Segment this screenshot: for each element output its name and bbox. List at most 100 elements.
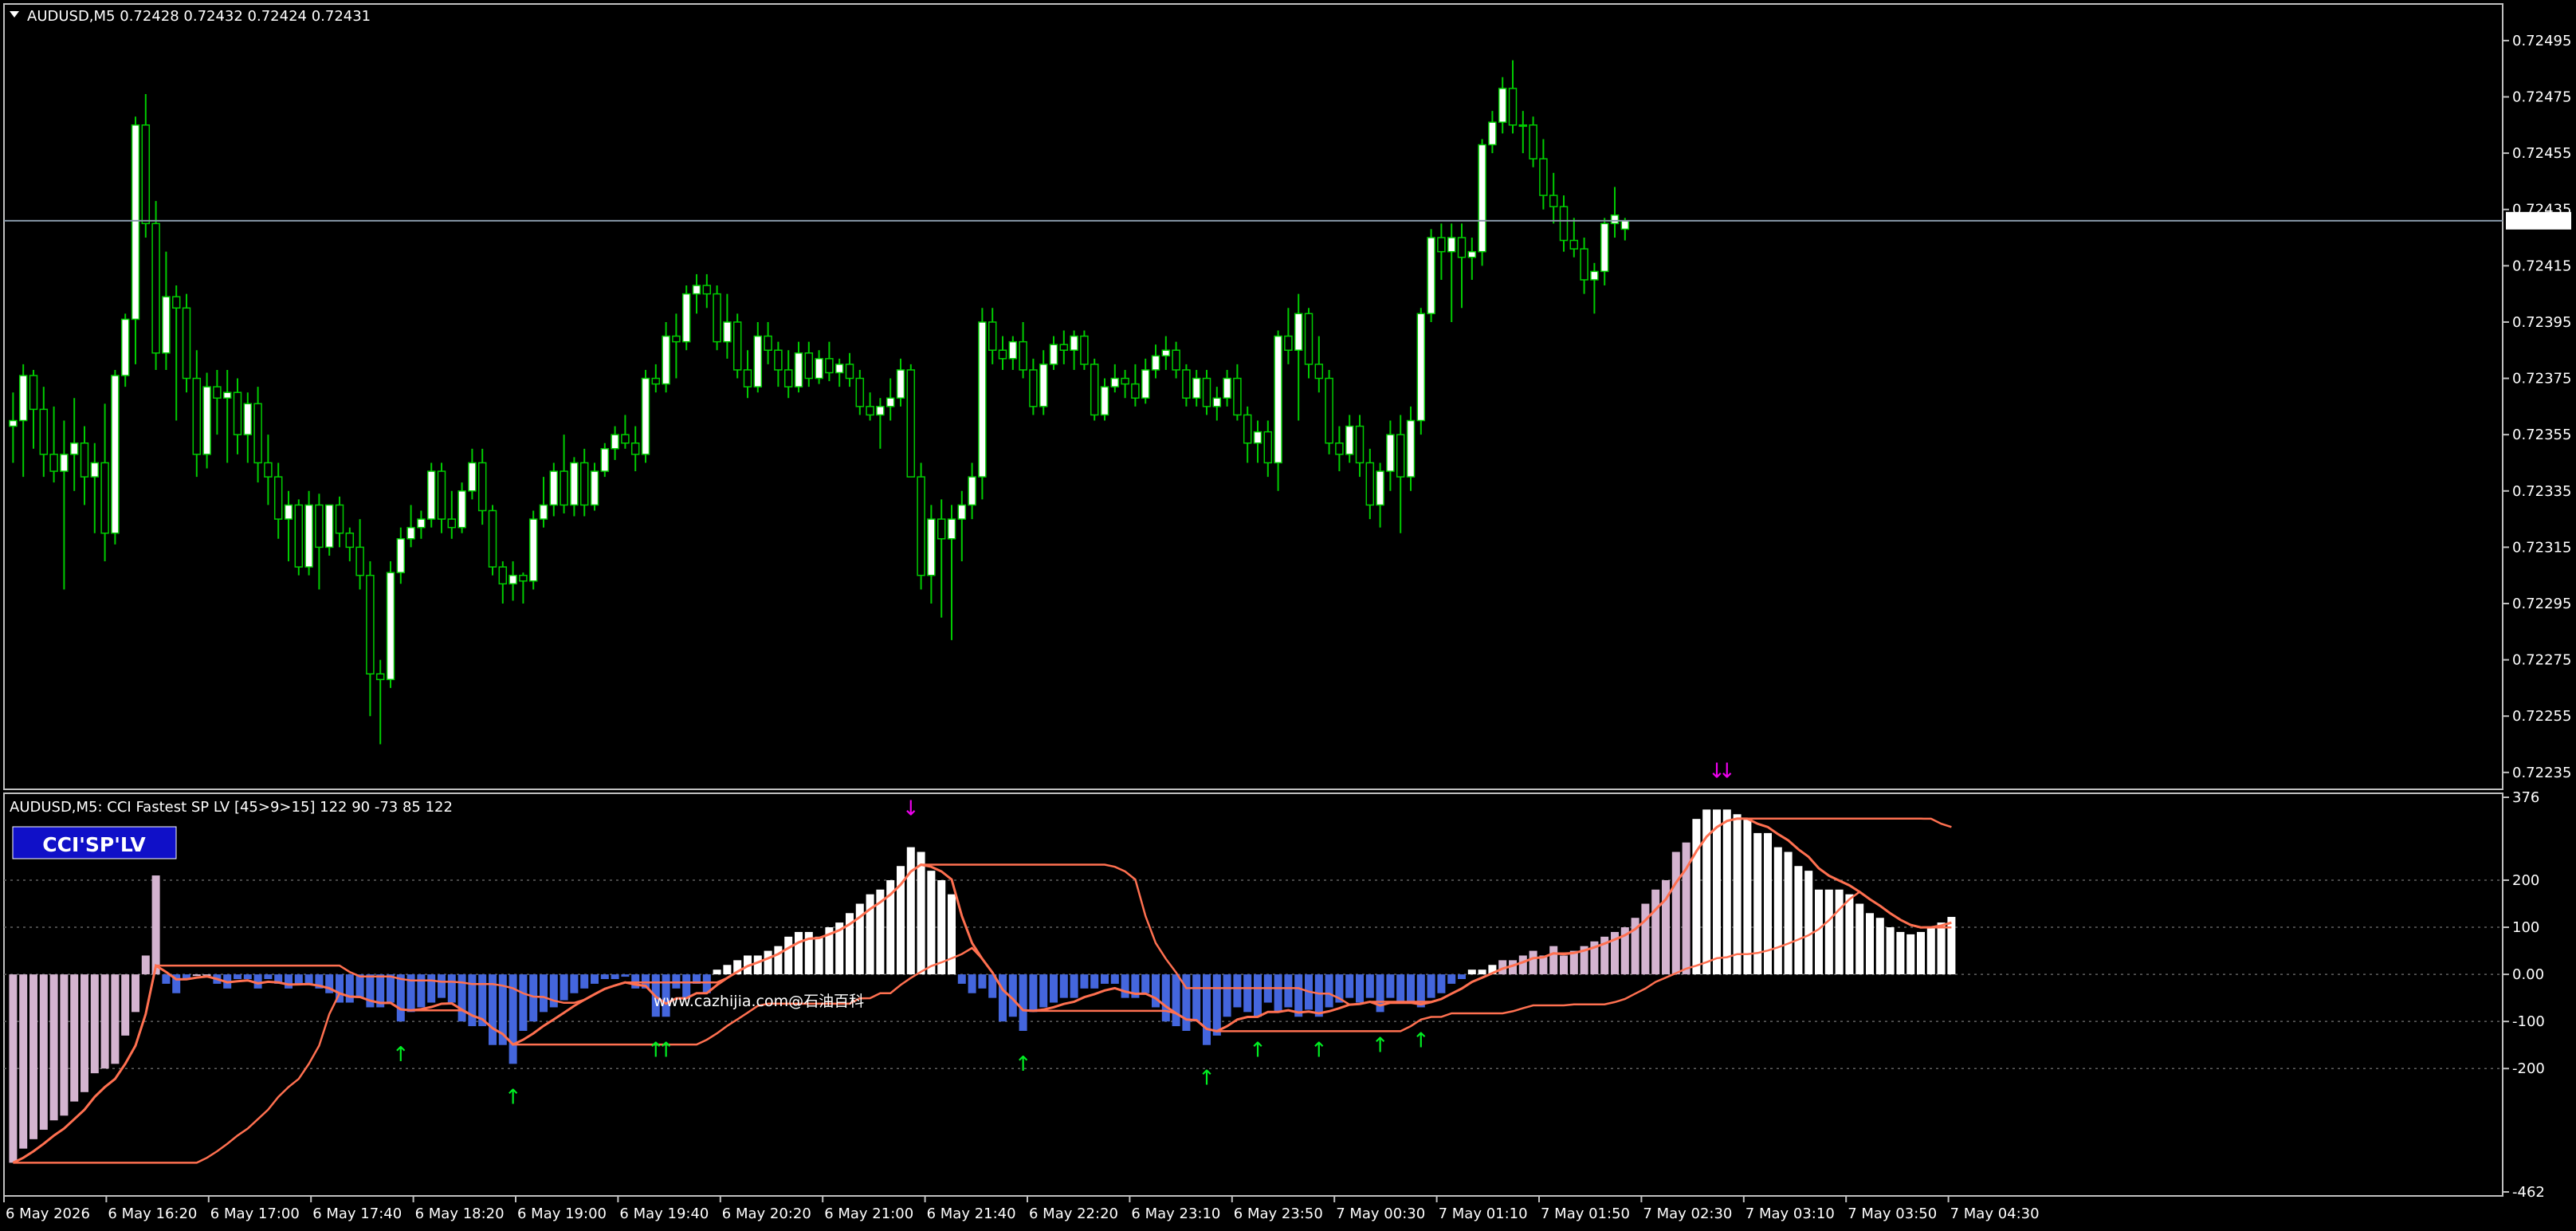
cci-bar	[39, 974, 48, 1131]
candle	[528, 510, 538, 590]
cci-bar	[1671, 851, 1680, 975]
cci-bar	[285, 974, 293, 989]
cci-bar	[1437, 974, 1446, 993]
cci-bar	[1019, 974, 1027, 1031]
cci-bar	[1866, 913, 1874, 975]
cci-bar	[1835, 889, 1844, 975]
candle	[111, 369, 120, 545]
cci-bar	[111, 974, 120, 1064]
cci-bar	[927, 871, 936, 975]
candle	[600, 442, 610, 478]
cci-bar	[1325, 974, 1333, 1008]
indicator-tick-label: -462	[2512, 1184, 2545, 1201]
cci-bar	[774, 946, 783, 975]
time-tick-label: 7 May 00:30	[1336, 1205, 1425, 1222]
cci-bar	[1529, 950, 1537, 975]
time-tick-label: 6 May 17:00	[210, 1205, 300, 1222]
candle	[202, 372, 211, 469]
time-tick-label: 6 May 18:20	[415, 1205, 505, 1222]
candle	[1090, 358, 1099, 421]
time-axis: 6 May 2026 6 May 16:20 6 May 17:00 6 May 17…	[3, 1196, 2040, 1222]
price-tick-label: 0.72375	[2512, 371, 2571, 387]
price-tick-label: 0.72395	[2512, 314, 2571, 331]
time-tick-label: 6 May 22:20	[1029, 1205, 1118, 1222]
cci-bar	[1192, 974, 1201, 1022]
buy-arrow-icon: ↑	[1015, 1052, 1032, 1076]
buy-arrow-icon: ↑	[1412, 1028, 1430, 1052]
candle	[1325, 369, 1333, 454]
cci-bar	[611, 974, 619, 980]
candle	[906, 364, 916, 478]
time-tick-label: 6 May 23:50	[1234, 1205, 1323, 1222]
cci-bar	[1458, 974, 1466, 980]
cci-bar	[968, 974, 976, 993]
cci-bar	[723, 965, 732, 975]
cci-bar	[815, 936, 823, 975]
cci-bar	[1804, 871, 1813, 975]
cci-bar	[591, 974, 599, 984]
cci-bar	[19, 974, 28, 1149]
trading-chart[interactable]: 0.724950.724750.724550.724350.724150.723…	[0, 0, 2576, 1231]
cci-bar	[1518, 955, 1527, 975]
cci-bar	[957, 974, 966, 984]
candle	[426, 462, 436, 528]
cci-bar	[151, 875, 160, 975]
cci-bar	[1815, 889, 1823, 975]
sell-arrow-icon: ↓	[1718, 759, 1736, 783]
cci-bar	[387, 974, 395, 1003]
price-tick-label: 0.72255	[2512, 708, 2571, 725]
cci-bar	[132, 974, 139, 1013]
candle	[713, 285, 721, 351]
indicator-tick-label: 100	[2512, 919, 2539, 936]
buy-arrow-icon: ↑	[1198, 1067, 1215, 1091]
buy-arrow-icon: ↑	[1372, 1033, 1389, 1057]
cci-bar	[1254, 974, 1262, 1017]
cci-bar	[1029, 974, 1038, 1013]
price-tick-label: 0.72235	[2512, 765, 2571, 781]
cci-bar	[1172, 974, 1180, 1027]
cci-bar	[1284, 974, 1293, 1008]
candle	[182, 293, 191, 393]
cci-bar	[1345, 974, 1354, 998]
buy-arrow-icon: ↑	[505, 1085, 522, 1109]
cci-bar	[447, 974, 456, 1003]
main-panel-frame	[3, 3, 2503, 790]
cci-bar	[1906, 934, 1915, 975]
cci-bar	[1917, 931, 1925, 975]
cci-bar	[1478, 969, 1486, 975]
time-tick-label: 7 May 03:10	[1745, 1205, 1835, 1222]
cci-bar	[753, 955, 762, 975]
indicator-axis: 376 200 100 0.00 -100 -200 -462	[2503, 789, 2545, 1201]
cci-bar	[1152, 974, 1160, 1008]
cci-bar	[1947, 917, 1956, 975]
candle	[1478, 139, 1486, 266]
cci-bar	[1212, 974, 1221, 1036]
indicator-tick-label: 200	[2512, 872, 2539, 889]
cci-bar	[1274, 974, 1282, 1013]
indicator-tick-label: -200	[2512, 1060, 2545, 1077]
candle	[732, 313, 742, 379]
cci-bar	[1773, 847, 1782, 975]
cci-bar	[141, 955, 150, 975]
candle	[120, 313, 130, 387]
cci-bar	[1059, 974, 1068, 998]
cci-bar	[999, 974, 1007, 1022]
cci-bar	[243, 974, 252, 980]
cci-bar	[519, 974, 528, 1031]
cci-bar	[1845, 894, 1854, 975]
time-tick-label: 6 May 17:40	[312, 1205, 402, 1222]
cci-bar	[9, 974, 18, 1163]
cci-bar	[1794, 866, 1803, 975]
price-tick-label: 0.72295	[2512, 596, 2571, 612]
cci-bar	[427, 974, 436, 1003]
cci-bar	[1937, 922, 1946, 975]
cci-bar	[417, 974, 426, 1008]
candle	[641, 369, 650, 463]
cci-bar	[1713, 809, 1721, 975]
time-tick-label: 7 May 02:30	[1643, 1205, 1732, 1222]
cci-bar	[1651, 889, 1660, 975]
current-price-label: 0.72431	[2509, 213, 2568, 230]
cci-bar	[570, 974, 579, 993]
cci-bar	[1223, 974, 1231, 1017]
cci-bar	[1070, 974, 1078, 998]
